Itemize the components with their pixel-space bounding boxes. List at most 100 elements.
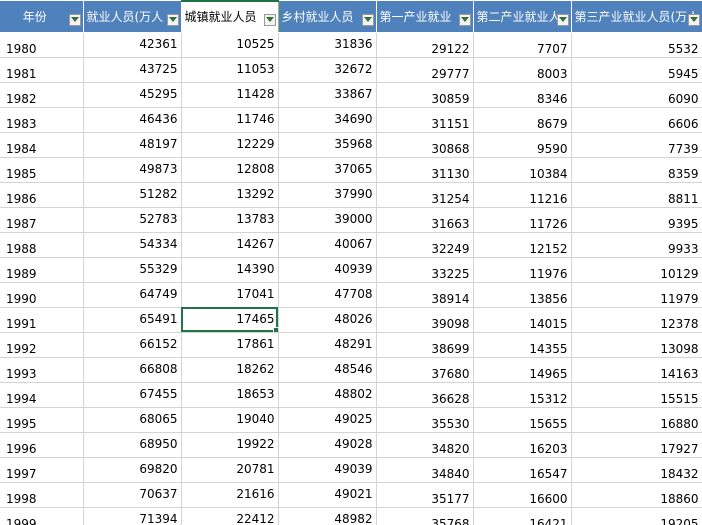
value-cell[interactable]: 34820 [376, 432, 474, 458]
value-cell[interactable]: 37680 [376, 357, 474, 383]
filter-dropdown-icon[interactable] [263, 13, 276, 26]
value-cell[interactable]: 48546 [278, 357, 377, 383]
value-cell[interactable]: 7707 [473, 32, 572, 58]
value-cell[interactable]: 45295 [83, 82, 182, 108]
value-cell[interactable]: 32672 [278, 57, 377, 83]
value-cell[interactable]: 9590 [473, 132, 572, 158]
value-cell[interactable]: 49873 [83, 157, 182, 183]
value-cell[interactable]: 18432 [571, 457, 702, 483]
value-cell[interactable]: 18653 [181, 382, 279, 408]
year-cell[interactable]: 1994 [0, 382, 84, 408]
value-cell[interactable]: 9933 [571, 232, 702, 258]
value-cell[interactable]: 34690 [278, 107, 377, 133]
year-cell[interactable]: 1985 [0, 157, 84, 183]
value-cell[interactable]: 40067 [278, 232, 377, 258]
value-cell[interactable]: 5532 [571, 32, 702, 58]
value-cell[interactable]: 48802 [278, 382, 377, 408]
value-cell[interactable]: 48026 [278, 307, 377, 333]
value-cell[interactable]: 8003 [473, 57, 572, 83]
value-cell[interactable]: 14355 [473, 332, 572, 358]
value-cell[interactable]: 35177 [376, 482, 474, 508]
value-cell[interactable]: 35530 [376, 407, 474, 433]
year-cell[interactable]: 1980 [0, 32, 84, 58]
value-cell[interactable]: 17861 [181, 332, 279, 358]
value-cell[interactable]: 70637 [83, 482, 182, 508]
value-cell[interactable]: 69820 [83, 457, 182, 483]
value-cell[interactable]: 5945 [571, 57, 702, 83]
value-cell[interactable]: 35968 [278, 132, 377, 158]
value-cell[interactable]: 14965 [473, 357, 572, 383]
value-cell[interactable]: 71394 [83, 507, 182, 525]
value-cell[interactable]: 15312 [473, 382, 572, 408]
column-header-secondary-industry[interactable]: 第二产业就业人 [473, 1, 572, 33]
value-cell[interactable]: 67455 [83, 382, 182, 408]
filter-dropdown-icon[interactable] [361, 13, 374, 26]
value-cell[interactable]: 18860 [571, 482, 702, 508]
value-cell[interactable]: 68065 [83, 407, 182, 433]
value-cell[interactable]: 49028 [278, 432, 377, 458]
value-cell[interactable]: 13098 [571, 332, 702, 358]
column-header-year[interactable]: 年份 [0, 1, 84, 33]
value-cell[interactable]: 16421 [473, 507, 572, 525]
year-cell[interactable]: 1997 [0, 457, 84, 483]
value-cell[interactable]: 66152 [83, 332, 182, 358]
value-cell[interactable]: 11053 [181, 57, 279, 83]
value-cell[interactable]: 35768 [376, 507, 474, 525]
value-cell[interactable]: 31254 [376, 182, 474, 208]
value-cell[interactable]: 17465 [181, 307, 279, 333]
filter-dropdown-icon[interactable] [687, 13, 700, 26]
filter-dropdown-icon[interactable] [68, 13, 81, 26]
year-cell[interactable]: 1993 [0, 357, 84, 383]
value-cell[interactable]: 11726 [473, 207, 572, 233]
year-cell[interactable]: 1998 [0, 482, 84, 508]
value-cell[interactable]: 33225 [376, 257, 474, 283]
value-cell[interactable]: 40939 [278, 257, 377, 283]
value-cell[interactable]: 19205 [571, 507, 702, 525]
filter-dropdown-icon[interactable] [166, 13, 179, 26]
year-cell[interactable]: 1983 [0, 107, 84, 133]
value-cell[interactable]: 37990 [278, 182, 377, 208]
year-cell[interactable]: 1999 [0, 507, 84, 525]
value-cell[interactable]: 49025 [278, 407, 377, 433]
value-cell[interactable]: 11976 [473, 257, 572, 283]
value-cell[interactable]: 66808 [83, 357, 182, 383]
value-cell[interactable]: 30859 [376, 82, 474, 108]
year-cell[interactable]: 1981 [0, 57, 84, 83]
value-cell[interactable]: 12229 [181, 132, 279, 158]
value-cell[interactable]: 65491 [83, 307, 182, 333]
value-cell[interactable]: 16880 [571, 407, 702, 433]
column-header-tertiary-industry[interactable]: 第三产业就业人员(万人 [571, 1, 702, 33]
value-cell[interactable]: 11979 [571, 282, 702, 308]
filter-dropdown-icon[interactable] [458, 13, 471, 26]
value-cell[interactable]: 31151 [376, 107, 474, 133]
year-cell[interactable]: 1990 [0, 282, 84, 308]
value-cell[interactable]: 49021 [278, 482, 377, 508]
value-cell[interactable]: 14163 [571, 357, 702, 383]
value-cell[interactable]: 47708 [278, 282, 377, 308]
value-cell[interactable]: 21616 [181, 482, 279, 508]
value-cell[interactable]: 11216 [473, 182, 572, 208]
year-cell[interactable]: 1982 [0, 82, 84, 108]
value-cell[interactable]: 19922 [181, 432, 279, 458]
value-cell[interactable]: 15655 [473, 407, 572, 433]
value-cell[interactable]: 48197 [83, 132, 182, 158]
value-cell[interactable]: 10129 [571, 257, 702, 283]
value-cell[interactable]: 37065 [278, 157, 377, 183]
value-cell[interactable]: 9395 [571, 207, 702, 233]
value-cell[interactable]: 46436 [83, 107, 182, 133]
year-cell[interactable]: 1986 [0, 182, 84, 208]
value-cell[interactable]: 16547 [473, 457, 572, 483]
value-cell[interactable]: 33867 [278, 82, 377, 108]
value-cell[interactable]: 51282 [83, 182, 182, 208]
value-cell[interactable]: 10384 [473, 157, 572, 183]
value-cell[interactable]: 12152 [473, 232, 572, 258]
value-cell[interactable]: 38914 [376, 282, 474, 308]
column-header-urban-employment[interactable]: 城镇就业人员 [180, 0, 279, 33]
value-cell[interactable]: 19040 [181, 407, 279, 433]
value-cell[interactable]: 10525 [181, 32, 279, 58]
year-cell[interactable]: 1984 [0, 132, 84, 158]
value-cell[interactable]: 6606 [571, 107, 702, 133]
value-cell[interactable]: 32249 [376, 232, 474, 258]
value-cell[interactable]: 8811 [571, 182, 702, 208]
value-cell[interactable]: 13783 [181, 207, 279, 233]
